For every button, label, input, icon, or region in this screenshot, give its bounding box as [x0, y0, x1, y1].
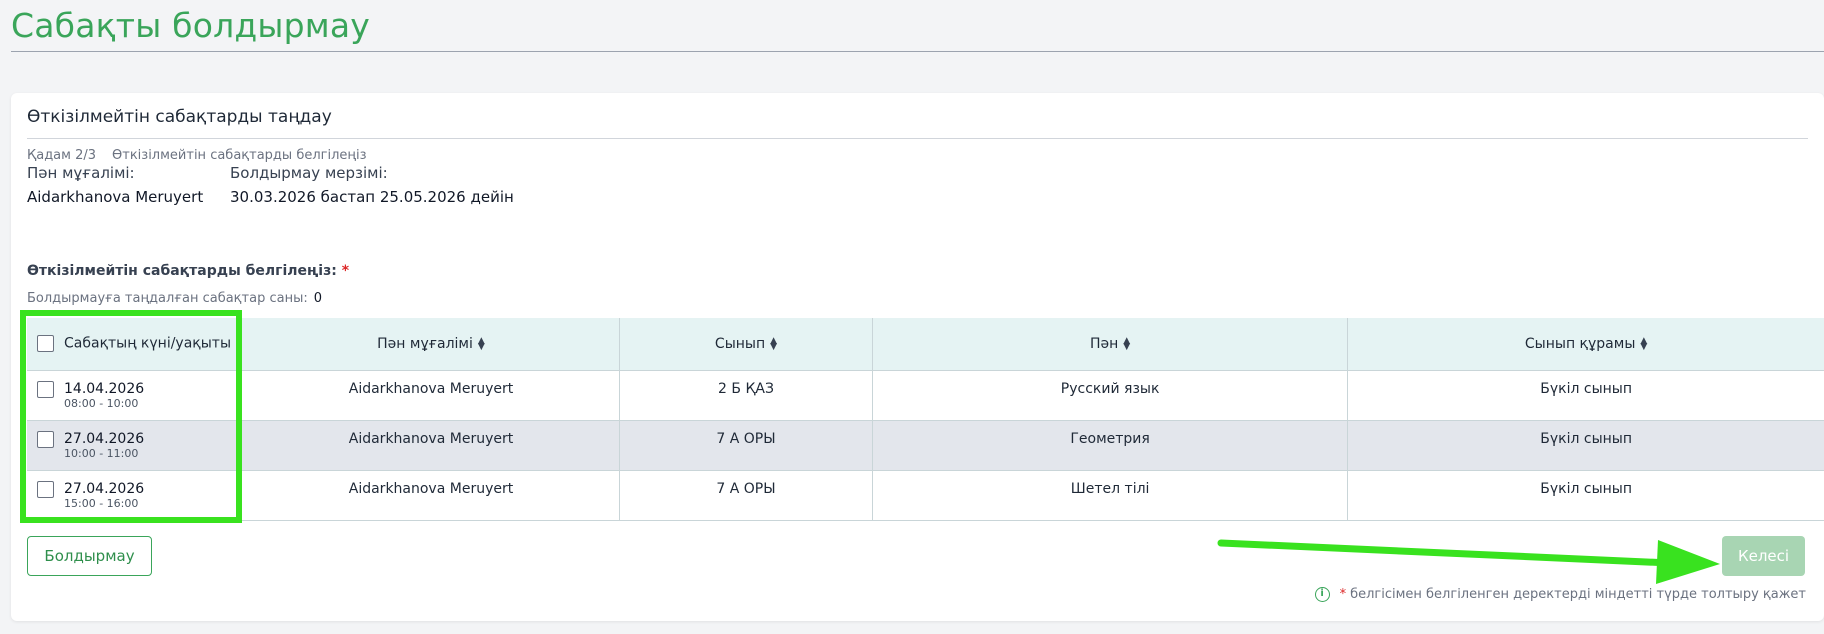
- lesson-datetime-cell: 27.04.2026 15:00 - 16:00: [27, 470, 243, 521]
- lesson-class: 2 Б ҚАЗ: [619, 370, 874, 421]
- table-row: 27.04.2026 10:00 - 11:00 Aidarkhanova Mer…: [27, 420, 1824, 471]
- lesson-date: 27.04.2026: [64, 430, 145, 447]
- teacher-value: Aidarkhanova Meruyert: [27, 188, 204, 206]
- card-divider: [27, 138, 1808, 139]
- selected-count-value: 0: [313, 291, 322, 306]
- table-row: 14.04.2026 08:00 - 10:00 Aidarkhanova Mer…: [27, 370, 1824, 421]
- step-indicator: Қадам 2/3 Өткізілмейтін сабақтарды белгіл…: [27, 148, 367, 163]
- lesson-teacher: Aidarkhanova Meruyert: [243, 370, 620, 421]
- required-fields-note: i * белгісімен белгіленген деректерді мі…: [1314, 587, 1806, 602]
- lesson-group: Бүкіл сынып: [1347, 420, 1824, 471]
- lesson-time: 08:00 - 10:00: [64, 396, 139, 410]
- lessons-section-label: Өткізілмейтін сабақтарды белгілеңіз: *: [27, 263, 350, 279]
- lesson-checkbox[interactable]: [37, 430, 54, 448]
- column-header-subject[interactable]: Пән ▲ ▼: [872, 318, 1349, 371]
- period-label: Болдырмау мерзімі:: [230, 164, 388, 182]
- required-star: *: [1339, 587, 1347, 602]
- lesson-subject: Шетел тілі: [872, 470, 1349, 521]
- lesson-date: 27.04.2026: [64, 480, 145, 497]
- lesson-class: 7 А ОРЫ: [619, 470, 874, 521]
- sort-icon[interactable]: ▲ ▼: [1640, 336, 1647, 351]
- selected-count-label: Болдырмауға таңдалған сабақтар саны:: [27, 291, 308, 306]
- step-number: Қадам 2/3: [27, 148, 97, 163]
- lesson-subject: Русский язык: [872, 370, 1349, 421]
- selected-count: Болдырмауға таңдалған сабақтар саны: 0: [27, 291, 322, 306]
- lesson-group: Бүкіл сынып: [1347, 470, 1824, 521]
- column-header-class[interactable]: Сынып ▲ ▼: [619, 318, 874, 371]
- info-icon: i: [1314, 587, 1330, 602]
- lesson-time: 10:00 - 11:00: [64, 446, 139, 460]
- sort-icon[interactable]: ▲ ▼: [478, 336, 485, 351]
- lesson-selection-card: Өткізілмейтін сабақтарды таңдау Қадам 2/…: [11, 93, 1824, 621]
- step-description: Өткізілмейтін сабақтарды белгілеңіз: [112, 148, 367, 163]
- card-title: Өткізілмейтін сабақтарды таңдау: [27, 107, 332, 127]
- teacher-label: Пән мұғалімі:: [27, 164, 135, 182]
- table-header-row: Сабақтың күні/уақыты Пән мұғалімі ▲ ▼ Сыны…: [27, 318, 1824, 371]
- sort-icon[interactable]: ▲ ▼: [1123, 336, 1130, 351]
- lesson-teacher: Aidarkhanova Meruyert: [243, 470, 620, 521]
- lesson-subject: Геометрия: [872, 420, 1349, 471]
- lesson-teacher: Aidarkhanova Meruyert: [243, 420, 620, 471]
- required-note-text: белгісімен белгіленген деректерді міндет…: [1350, 587, 1806, 602]
- page-title: Сабақты болдырмау: [11, 6, 371, 45]
- lesson-class: 7 А ОРЫ: [619, 420, 874, 471]
- lesson-checkbox[interactable]: [37, 480, 54, 498]
- lesson-date: 14.04.2026: [64, 380, 145, 397]
- lesson-datetime-cell: 14.04.2026 08:00 - 10:00: [27, 370, 243, 421]
- lessons-table: Сабақтың күні/уақыты Пән мұғалімі ▲ ▼ Сыны…: [27, 318, 1824, 521]
- lesson-group: Бүкіл сынып: [1347, 370, 1824, 421]
- next-button[interactable]: Келесі: [1722, 536, 1805, 576]
- title-divider: [11, 51, 1824, 52]
- table-row: 27.04.2026 15:00 - 16:00 Aidarkhanova Mer…: [27, 470, 1824, 521]
- column-header-group[interactable]: Сынып құрамы ▲ ▼: [1347, 318, 1824, 371]
- column-header-teacher[interactable]: Пән мұғалімі ▲ ▼: [243, 318, 620, 371]
- select-all-checkbox[interactable]: [37, 335, 54, 353]
- cancel-button[interactable]: Болдырмау: [27, 536, 152, 576]
- lesson-datetime-cell: 27.04.2026 10:00 - 11:00: [27, 420, 243, 471]
- lesson-time: 15:00 - 16:00: [64, 496, 139, 510]
- lesson-checkbox[interactable]: [37, 380, 54, 398]
- period-value: 30.03.2026 бастап 25.05.2026 дейін: [230, 188, 514, 206]
- sort-icon[interactable]: ▲ ▼: [770, 336, 777, 351]
- column-header-datetime: Сабақтың күні/уақыты: [27, 318, 243, 371]
- required-star: *: [341, 263, 350, 279]
